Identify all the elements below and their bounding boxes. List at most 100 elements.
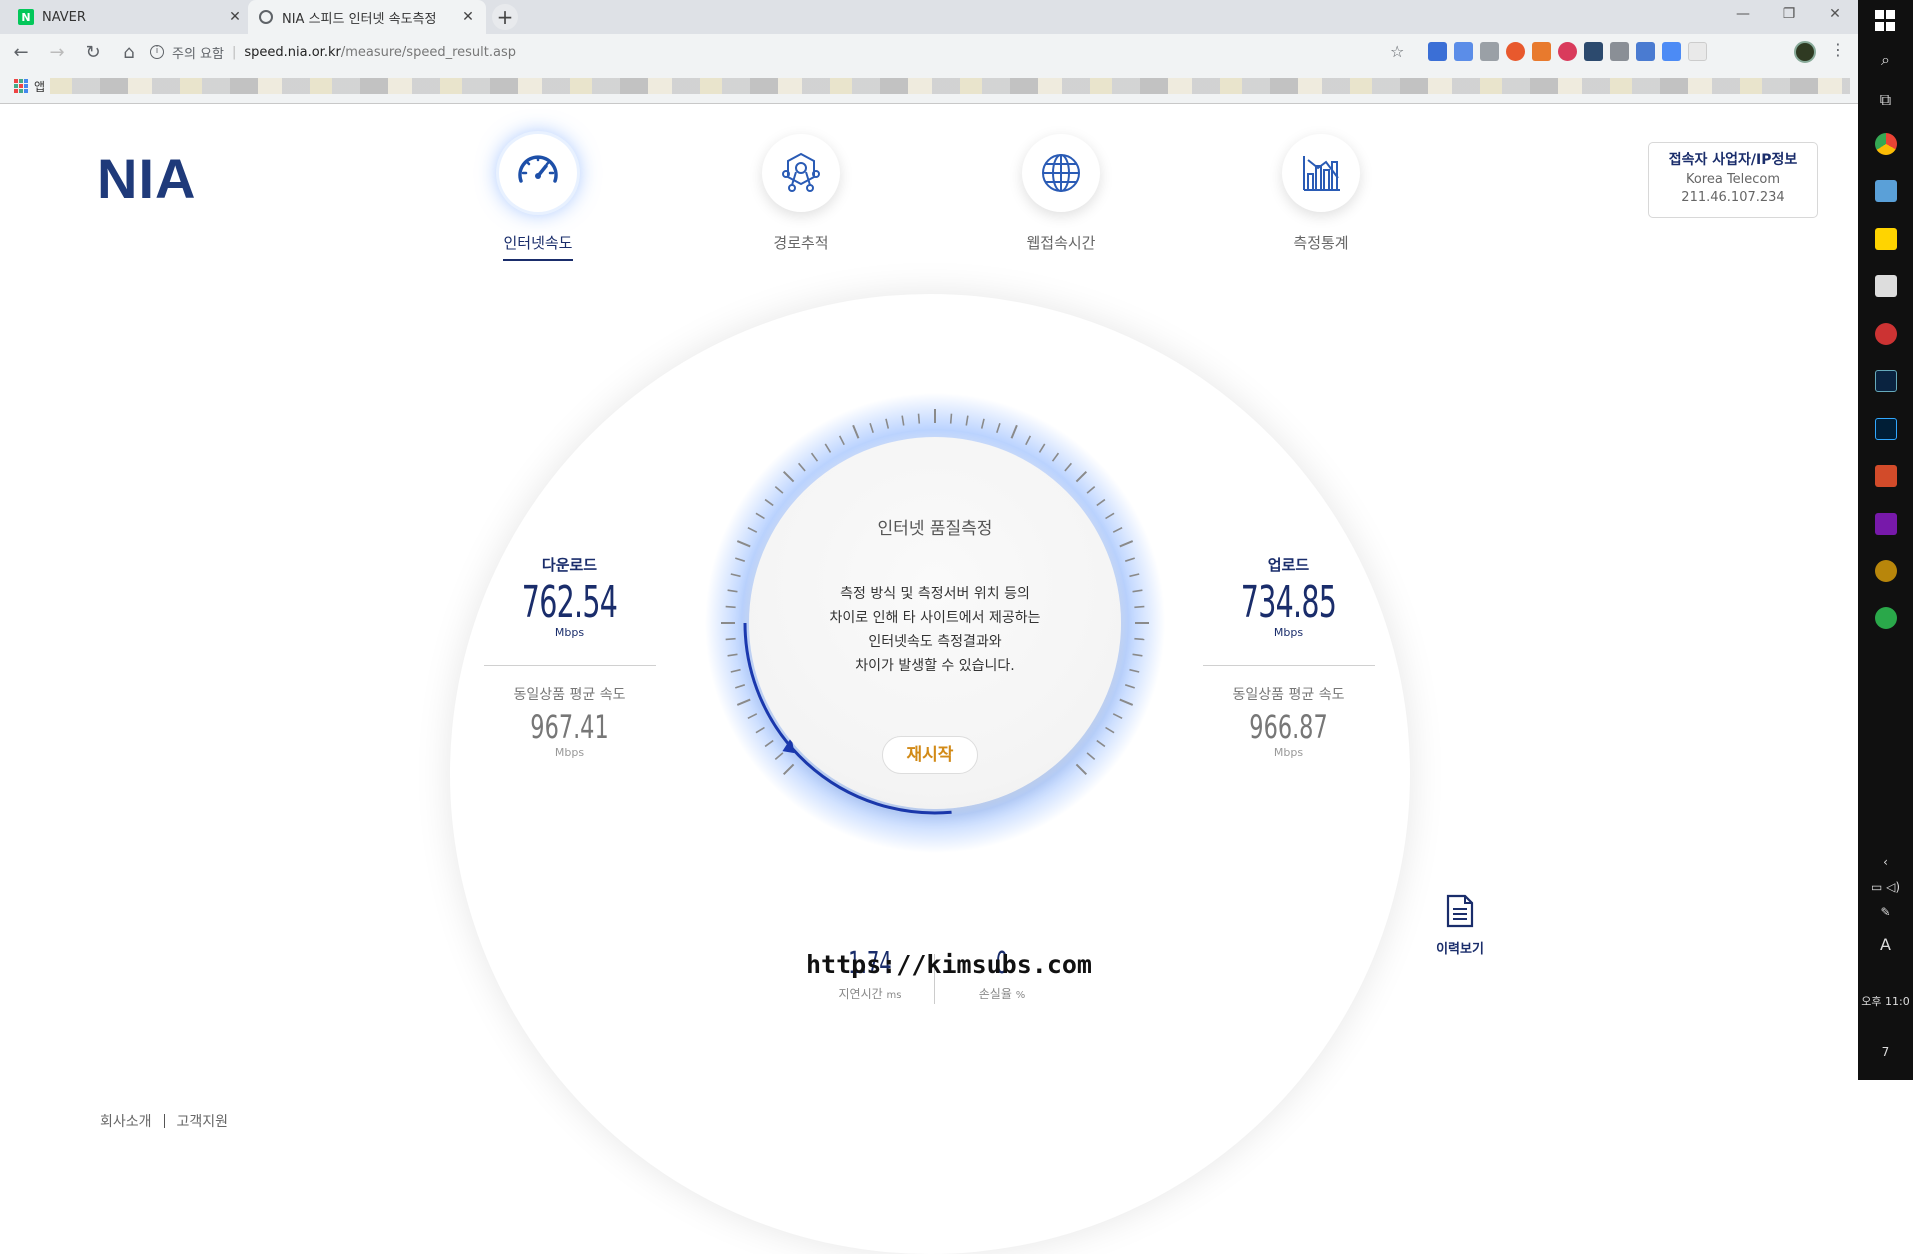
latency-unit: ms bbox=[886, 990, 902, 1001]
latency-label: 지연시간 bbox=[838, 987, 883, 1001]
divider bbox=[1202, 665, 1375, 666]
gauge-tick bbox=[1134, 637, 1145, 641]
watermark-text: https://kimsubs.com bbox=[806, 950, 1092, 979]
tab-title: NAVER bbox=[42, 9, 86, 25]
windows-start-icon[interactable] bbox=[1875, 10, 1897, 32]
page-content: NIA 인터넷속도 경로추적 웹접속시간 측정통계 접속자 사업자/IP정보 K… bbox=[0, 104, 1858, 1254]
url-host: speed.nia.or.kr bbox=[244, 44, 341, 60]
extension-icon[interactable] bbox=[1584, 42, 1603, 61]
upload-value: 734.85 bbox=[1240, 577, 1337, 628]
bookmark-star-icon[interactable]: ☆ bbox=[1390, 42, 1404, 61]
extension-icon[interactable] bbox=[1532, 42, 1551, 61]
nav-label: 측정통계 bbox=[1293, 234, 1349, 252]
chrome-icon[interactable] bbox=[1875, 133, 1897, 155]
upload-avg-unit: Mbps bbox=[1273, 746, 1304, 759]
browser-toolbar: ← → ↻ ⌂ i 주의 요함 | speed.nia.or.kr/measur… bbox=[0, 34, 1858, 70]
calculator-icon[interactable] bbox=[1875, 275, 1897, 297]
notice-line: 인터넷속도 측정결과와 bbox=[868, 634, 1002, 650]
back-icon[interactable]: ← bbox=[6, 42, 36, 63]
extension-icon[interactable] bbox=[1688, 42, 1707, 61]
bookmark-items-blurred bbox=[50, 78, 1850, 94]
extension-icon[interactable] bbox=[1454, 42, 1473, 61]
forward-icon[interactable]: → bbox=[42, 42, 72, 63]
close-icon[interactable]: ✕ bbox=[227, 9, 243, 25]
task-view-icon[interactable]: ⧉ bbox=[1858, 90, 1913, 110]
new-tab-button[interactable]: + bbox=[492, 4, 518, 30]
close-icon[interactable]: ✕ bbox=[460, 9, 476, 25]
clock[interactable]: 오후 11:0 bbox=[1858, 993, 1913, 1009]
extensions bbox=[1428, 42, 1707, 61]
center-notice: 측정 방식 및 측정서버 위치 등의 차이로 인해 타 사이트에서 제공하는 인… bbox=[749, 582, 1121, 678]
info-icon[interactable]: i bbox=[150, 45, 164, 59]
tab-naver[interactable]: N NAVER ✕ bbox=[8, 0, 253, 34]
kakaotalk-icon[interactable] bbox=[1875, 228, 1897, 250]
download-avg-label: 동일상품 평균 속도 bbox=[513, 687, 626, 703]
reload-icon[interactable]: ↻ bbox=[78, 42, 108, 63]
divider bbox=[163, 1114, 165, 1128]
notification-badge[interactable]: 7 bbox=[1858, 1045, 1913, 1059]
profile-avatar[interactable] bbox=[1794, 41, 1816, 63]
nav-internet-speed[interactable]: 인터넷속도 bbox=[458, 134, 618, 261]
restart-button[interactable]: 재시작 bbox=[882, 736, 978, 774]
gauge-tick bbox=[949, 413, 953, 424]
footer: 회사소개 고객지원 bbox=[100, 1111, 228, 1131]
extension-icon[interactable] bbox=[1428, 42, 1447, 61]
download-label: 다운로드 bbox=[541, 556, 598, 574]
nav-statistics[interactable]: 측정통계 bbox=[1241, 134, 1401, 253]
download-avg-value: 967.41 bbox=[530, 708, 609, 746]
loss-unit: % bbox=[1015, 990, 1026, 1001]
apps-grid-icon[interactable] bbox=[14, 79, 28, 93]
upload-avg-value: 966.87 bbox=[1249, 708, 1328, 746]
app-icon[interactable] bbox=[1875, 465, 1897, 487]
restore-icon[interactable]: ❐ bbox=[1766, 0, 1812, 30]
menu-icon[interactable]: ⋮ bbox=[1830, 40, 1846, 59]
globe-icon bbox=[258, 9, 274, 25]
web-globe-icon bbox=[1022, 134, 1100, 212]
extension-icon[interactable] bbox=[1506, 42, 1525, 61]
browser-chrome: N NAVER ✕ NIA 스피드 인터넷 속도측정 ✕ + — ❐ ✕ ← →… bbox=[0, 0, 1858, 104]
onenote-icon[interactable] bbox=[1875, 513, 1897, 535]
translate-extension-icon[interactable] bbox=[1662, 42, 1681, 61]
search-icon[interactable]: ⌕ bbox=[1858, 50, 1913, 70]
tab-strip: N NAVER ✕ NIA 스피드 인터넷 속도측정 ✕ + — ❐ ✕ bbox=[0, 0, 1858, 34]
pen-icon[interactable]: ✎ bbox=[1858, 905, 1913, 919]
app-icon[interactable] bbox=[1875, 560, 1897, 582]
footer-link-company[interactable]: 회사소개 bbox=[100, 1111, 152, 1131]
history-button[interactable]: 이력보기 bbox=[1420, 894, 1500, 957]
minimize-icon[interactable]: — bbox=[1720, 0, 1766, 30]
app-icon[interactable] bbox=[1875, 180, 1897, 202]
divider bbox=[483, 665, 656, 666]
chevron-left-icon[interactable]: ‹ bbox=[1858, 855, 1913, 869]
bookmarks-bar: 앱 bbox=[0, 74, 1858, 98]
address-bar[interactable]: i 주의 요함 | speed.nia.or.kr/measure/speed_… bbox=[140, 38, 1416, 66]
nav-label: 웹접속시간 bbox=[1026, 234, 1096, 252]
stats-icon bbox=[1282, 134, 1360, 212]
active-indicator bbox=[503, 259, 573, 261]
nav-web-access-time[interactable]: 웹접속시간 bbox=[981, 134, 1141, 253]
extension-icon[interactable] bbox=[1558, 42, 1577, 61]
photoshop-icon[interactable] bbox=[1875, 418, 1897, 440]
ime-indicator[interactable]: A bbox=[1858, 935, 1913, 954]
nav-route-trace[interactable]: 경로추적 bbox=[721, 134, 881, 253]
apps-label[interactable]: 앱 bbox=[34, 78, 45, 95]
close-window-icon[interactable]: ✕ bbox=[1812, 0, 1858, 30]
network-volume-icon[interactable]: ▭ ◁) bbox=[1858, 880, 1913, 894]
ip-address: 211.46.107.234 bbox=[1681, 190, 1785, 205]
gmail-extension-icon[interactable] bbox=[1480, 42, 1499, 61]
nia-logo[interactable]: NIA bbox=[97, 146, 196, 211]
notice-line: 측정 방식 및 측정서버 위치 등의 bbox=[840, 586, 1030, 602]
extension-icon[interactable] bbox=[1636, 42, 1655, 61]
gauge-tick bbox=[917, 413, 921, 424]
speedometer-icon bbox=[499, 134, 577, 212]
lightroom-icon[interactable] bbox=[1875, 370, 1897, 392]
loss-label: 손실율 bbox=[978, 987, 1012, 1001]
tab-nia[interactable]: NIA 스피드 인터넷 속도측정 ✕ bbox=[248, 0, 486, 34]
extension-icon[interactable] bbox=[1610, 42, 1629, 61]
utorrent-icon[interactable] bbox=[1875, 607, 1897, 629]
download-avg-unit: Mbps bbox=[554, 746, 585, 759]
tab-title: NIA 스피드 인터넷 속도측정 bbox=[282, 11, 437, 27]
isp-name: Korea Telecom bbox=[1685, 172, 1781, 187]
upload-stat: 업로드 734.85 Mbps 동일상품 평균 속도 966.87 Mbps bbox=[1201, 554, 1376, 759]
footer-link-support[interactable]: 고객지원 bbox=[177, 1111, 229, 1131]
app-icon[interactable] bbox=[1875, 323, 1897, 345]
